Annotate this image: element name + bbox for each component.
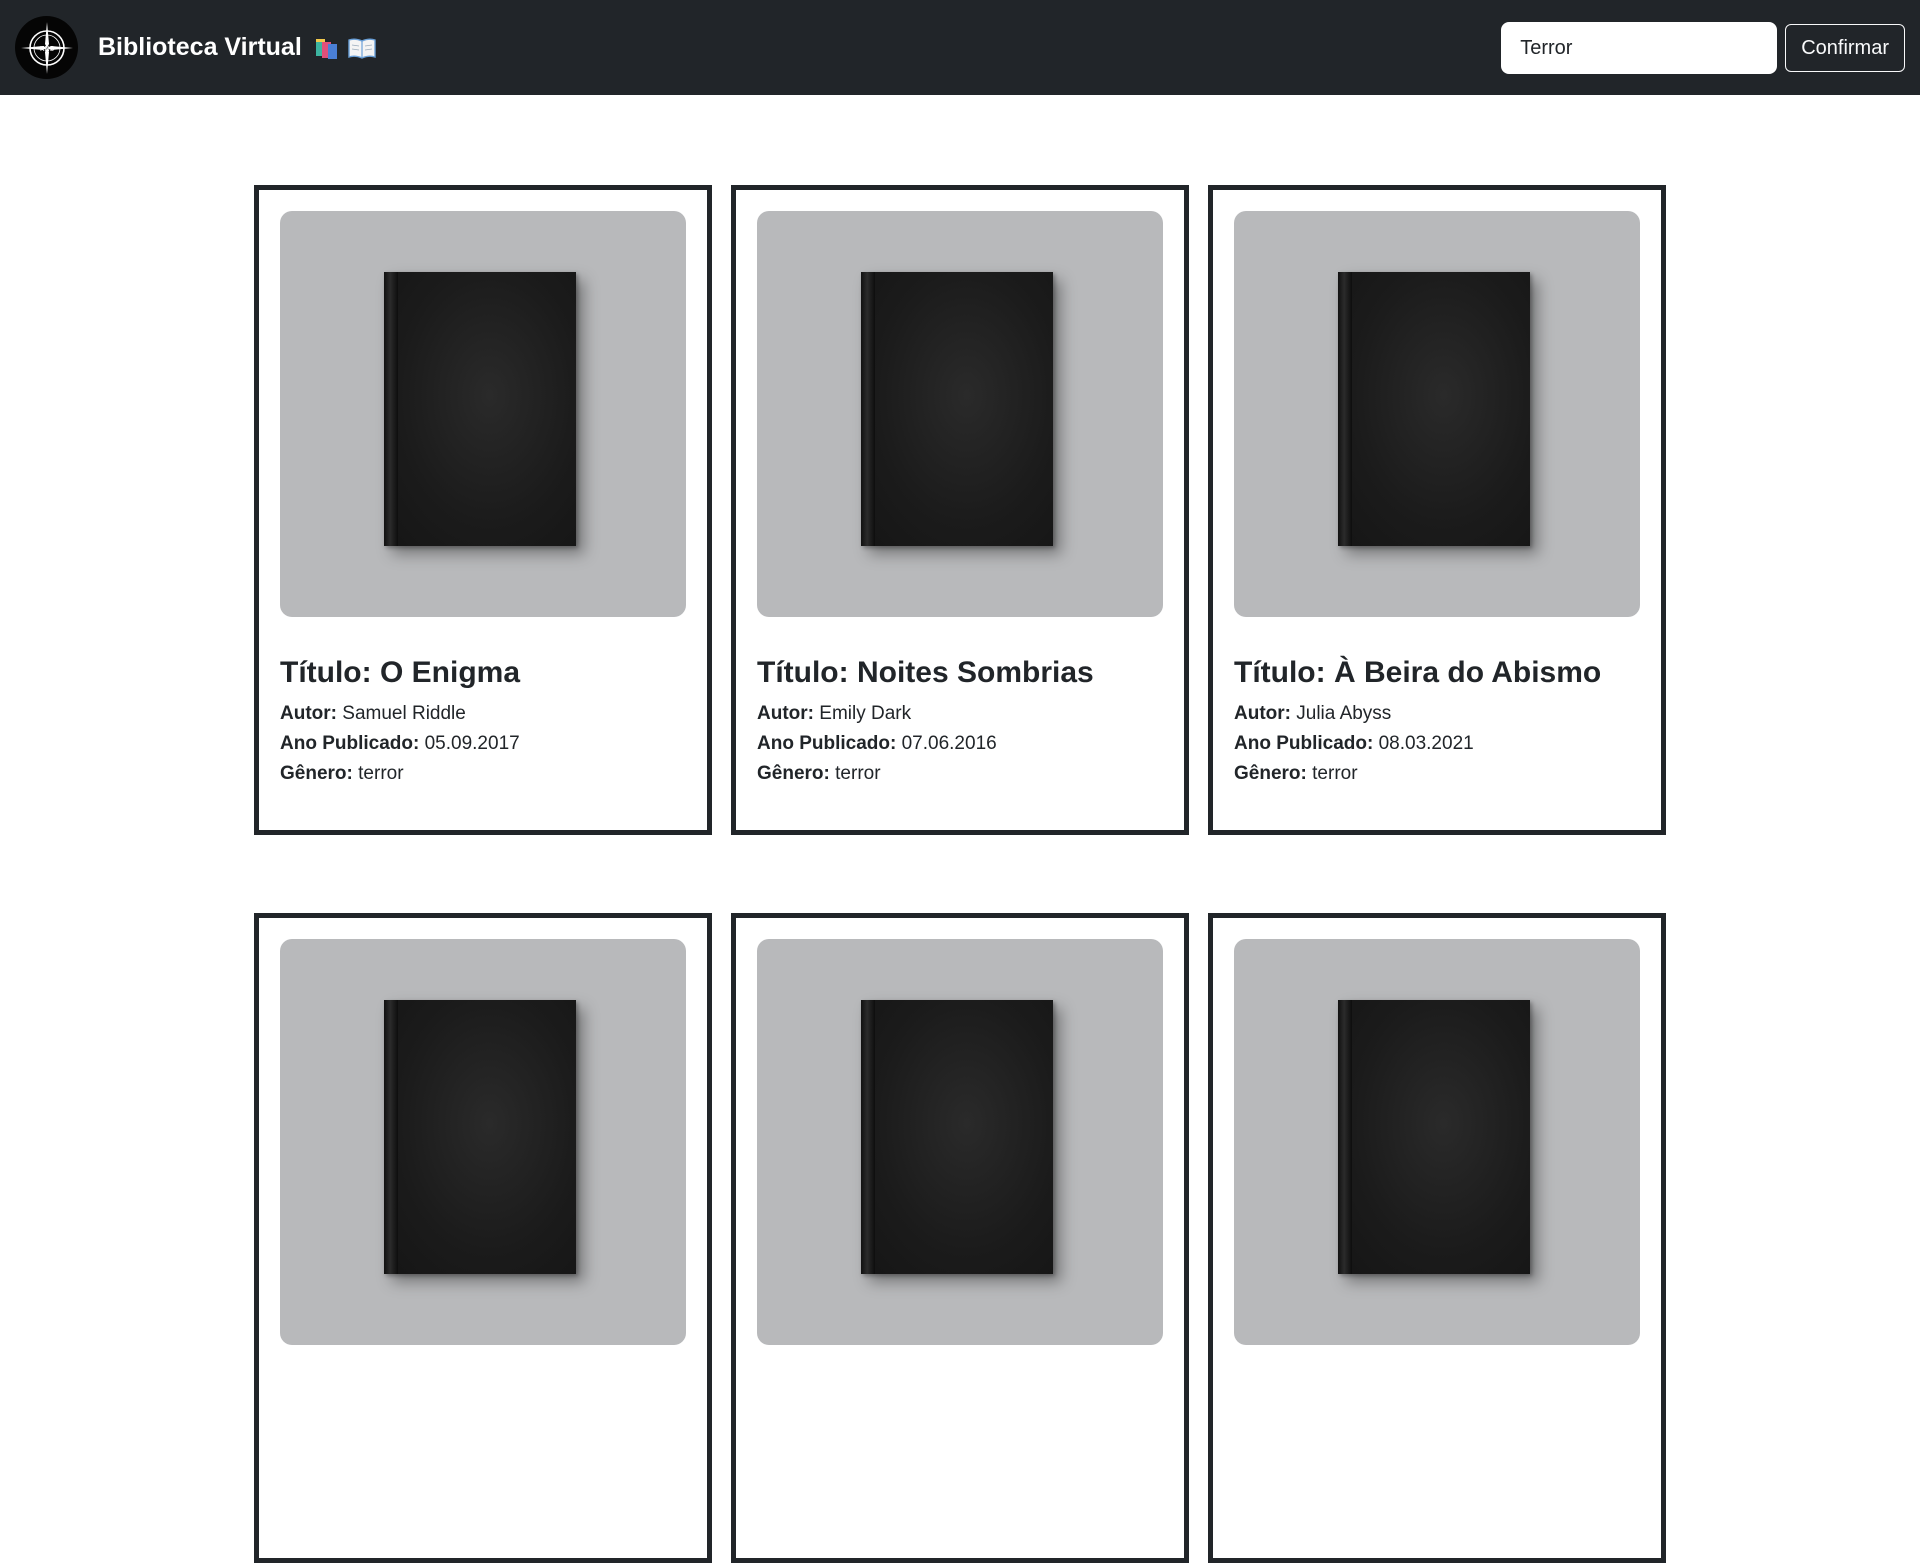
book-cover-icon bbox=[861, 1000, 1053, 1274]
compass-logo-icon[interactable]: KNS bbox=[15, 16, 78, 79]
book-cover-icon bbox=[1338, 272, 1530, 546]
books-emoji-icon bbox=[315, 38, 337, 59]
book-card[interactable] bbox=[254, 913, 712, 1563]
book-meta: Autor: Samuel Riddle Ano Publicado: 05.0… bbox=[280, 699, 686, 789]
navbar: KNS Biblioteca Virtual Confirmar bbox=[0, 0, 1920, 95]
book-card[interactable]: Título: Noites Sombrias Autor: Emily Dar… bbox=[731, 185, 1189, 835]
book-cover bbox=[757, 939, 1163, 1345]
book-author: Autor: Julia Abyss bbox=[1234, 703, 1392, 724]
book-cover-icon bbox=[384, 272, 576, 546]
brand[interactable]: Biblioteca Virtual bbox=[98, 33, 376, 62]
book-title: Título: À Beira do Abismo bbox=[1234, 656, 1602, 689]
book-genre: Gênero: terror bbox=[757, 763, 881, 784]
book-card[interactable]: Título: À Beira do Abismo Autor: Julia A… bbox=[1208, 185, 1666, 835]
book-cover bbox=[757, 211, 1163, 617]
book-title: Título: Noites Sombrias bbox=[757, 656, 1094, 689]
confirm-button[interactable]: Confirmar bbox=[1785, 24, 1905, 72]
book-author: Autor: Samuel Riddle bbox=[280, 703, 466, 724]
search-form: Confirmar bbox=[1503, 24, 1905, 72]
book-card[interactable] bbox=[731, 913, 1189, 1563]
logo-text: KNS bbox=[39, 45, 54, 53]
book-year: Ano Publicado: 08.03.2021 bbox=[1234, 733, 1474, 754]
book-meta: Autor: Emily Dark Ano Publicado: 07.06.2… bbox=[757, 699, 1163, 789]
book-meta: Autor: Julia Abyss Ano Publicado: 08.03.… bbox=[1234, 699, 1640, 789]
book-cover-icon bbox=[861, 272, 1053, 546]
brand-title: Biblioteca Virtual bbox=[98, 33, 302, 61]
book-author: Autor: Emily Dark bbox=[757, 703, 912, 724]
book-cover bbox=[1234, 211, 1640, 617]
book-card[interactable]: Título: O Enigma Autor: Samuel Riddle An… bbox=[254, 185, 712, 835]
open-book-emoji-icon bbox=[348, 38, 376, 59]
brand-emojis bbox=[314, 36, 376, 60]
book-cover bbox=[280, 939, 686, 1345]
book-genre: Gênero: terror bbox=[280, 763, 404, 784]
book-year: Ano Publicado: 07.06.2016 bbox=[757, 733, 997, 754]
book-cover-icon bbox=[384, 1000, 576, 1274]
book-grid: Título: O Enigma Autor: Samuel Riddle An… bbox=[254, 185, 1666, 1563]
book-cover-icon bbox=[1338, 1000, 1530, 1274]
search-input[interactable] bbox=[1503, 24, 1776, 72]
book-cover bbox=[280, 211, 686, 617]
book-cover bbox=[1234, 939, 1640, 1345]
book-genre: Gênero: terror bbox=[1234, 763, 1358, 784]
book-card[interactable] bbox=[1208, 913, 1666, 1563]
book-title: Título: O Enigma bbox=[280, 656, 521, 689]
book-year: Ano Publicado: 05.09.2017 bbox=[280, 733, 520, 754]
